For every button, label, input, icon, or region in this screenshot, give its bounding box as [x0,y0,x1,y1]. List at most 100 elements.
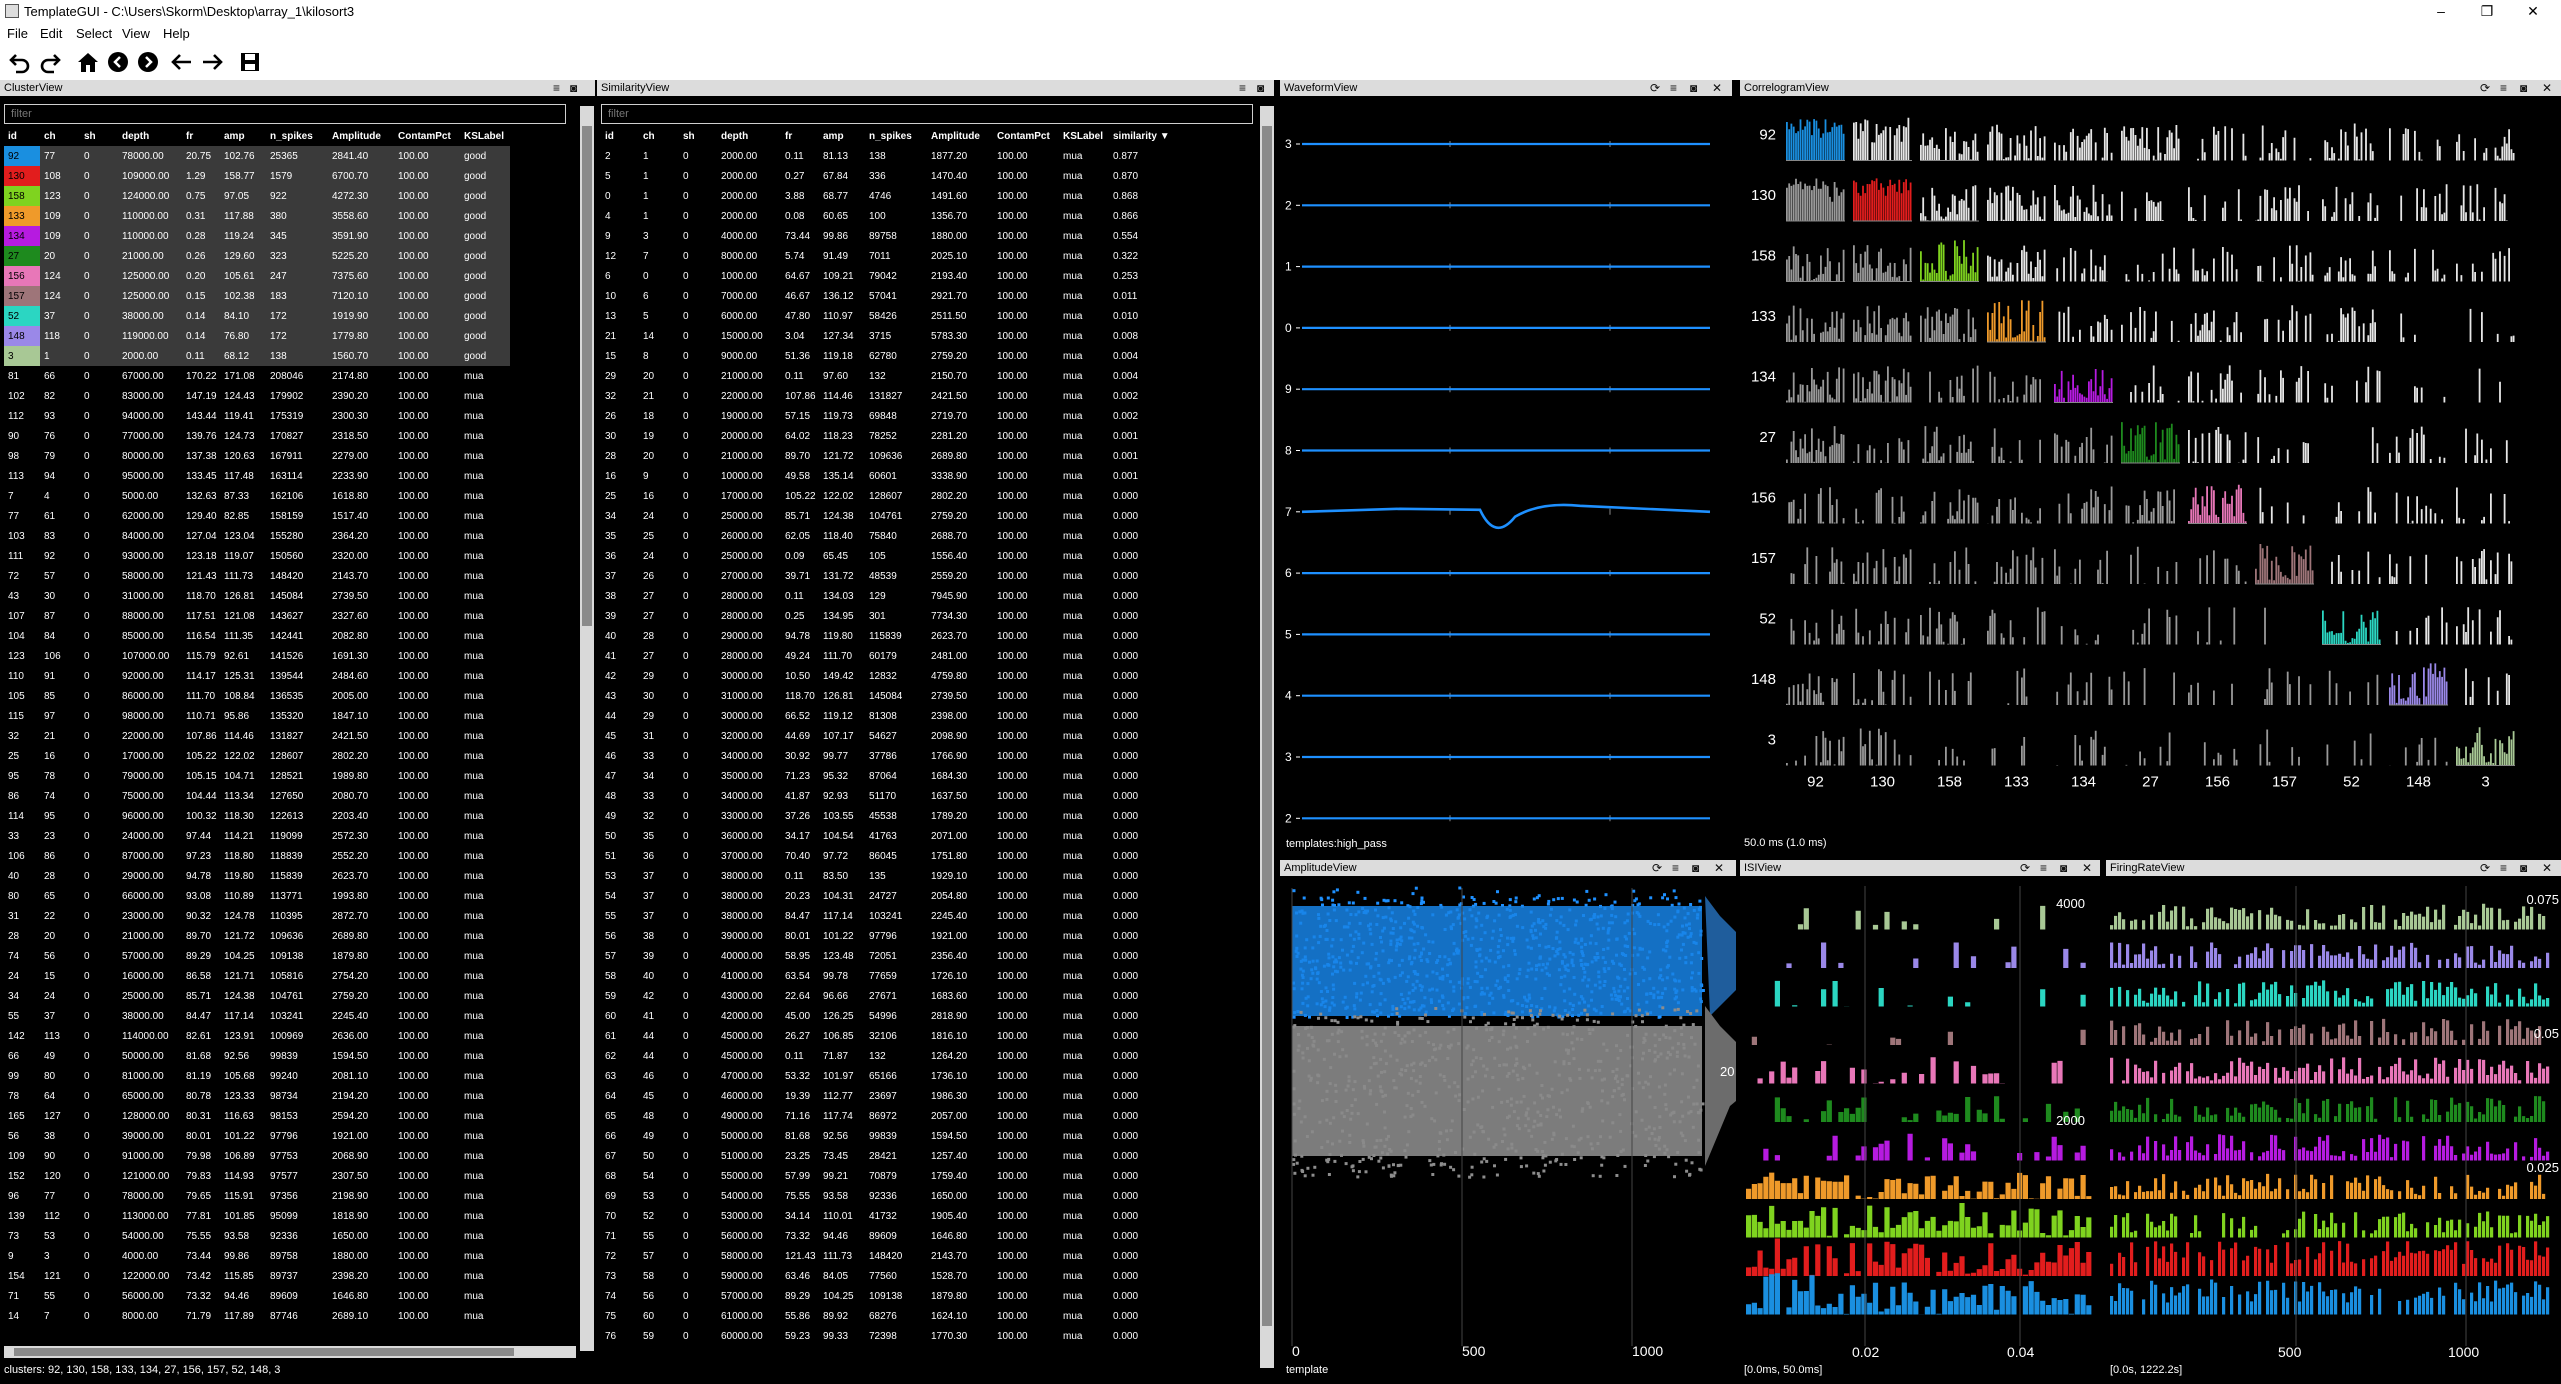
table-row[interactable]: 81 66 0 67000.00 170.22 171.08 208046 2174.80 10… [4,366,510,386]
table-row[interactable]: 33 23 0 24000.00 97.44 114.21 119099 2572.30 100… [4,826,510,846]
table-row[interactable]: 31 22 0 23000.00 90.32 124.78 110395 2872.70 100… [4,906,510,926]
arrow-right-icon[interactable] [200,50,224,74]
table-row[interactable]: 13 5 0 6000.00 47.80 110.97 58426 2511.50 100.00… [601,306,1170,326]
table-row[interactable]: 77 61 0 62000.00 129.40 82.85 158159 1517.40 100… [4,506,510,526]
table-row[interactable]: 109 90 0 91000.00 79.98 106.89 97753 2068.90 100… [4,1146,510,1166]
table-row[interactable]: 58 40 0 41000.00 63.54 99.78 77659 1726.10 100.0… [601,966,1170,986]
table-row[interactable]: 152 120 0 121000.00 79.83 114.93 97577 2307.50 1… [4,1166,510,1186]
table-row[interactable]: 52 37 0 38000.00 0.14 84.10 172 1919.90 100.00 go… [4,306,510,326]
table-row[interactable]: 10 6 0 7000.00 46.67 136.12 57041 2921.70 100.00… [601,286,1170,306]
table-row[interactable]: 54 37 0 38000.00 20.23 104.31 24727 2054.80 100.… [601,886,1170,906]
table-row[interactable]: 111 92 0 93000.00 123.18 119.07 150560 2320.00 1… [4,546,510,566]
table-row[interactable]: 74 56 0 57000.00 89.29 104.25 109138 1879.80 100… [601,1286,1170,1306]
menu-icon[interactable]: ≡ [553,81,560,95]
waveform-plot[interactable]: 321098765432 [1280,96,1732,836]
cluster-filter-input[interactable]: filter [4,104,566,124]
column-header[interactable]: Amplitude [328,126,394,146]
table-row[interactable]: 71 55 0 56000.00 73.32 94.46 89609 1646.80 100.0… [4,1286,510,1306]
menu-icon[interactable]: ≡ [2500,81,2507,95]
menu-icon[interactable]: ≡ [1670,81,1677,95]
table-row[interactable]: 113 94 0 95000.00 133.45 117.48 163114 2233.90 1… [4,466,510,486]
table-row[interactable]: 123 106 0 107000.00 115.79 92.61 141526 1691.30… [4,646,510,666]
column-header[interactable]: n_spikes [865,126,927,146]
table-row[interactable]: 80 65 0 66000.00 93.08 110.89 113771 1993.80 100… [4,886,510,906]
menu-select[interactable]: Select [76,26,112,41]
column-header[interactable]: ch [639,126,679,146]
redo-icon[interactable] [38,50,62,74]
camera-icon[interactable]: ◙ [2520,861,2527,875]
table-row[interactable]: 25 16 0 17000.00 105.22 122.02 128607 2802.20 10… [601,486,1170,506]
table-row[interactable]: 115 97 0 98000.00 110.71 95.86 135320 1847.10 10… [4,706,510,726]
table-row[interactable]: 70 52 0 53000.00 34.14 110.01 41732 1905.40 100.… [601,1206,1170,1226]
table-row[interactable]: 50 35 0 36000.00 34.17 104.54 41763 2071.00 100.… [601,826,1170,846]
close-icon[interactable]: ✕ [2542,81,2552,95]
table-row[interactable]: 139 112 0 113000.00 77.81 101.85 95099 1818.90 1… [4,1206,510,1226]
menu-icon[interactable]: ≡ [1672,861,1679,875]
column-header[interactable]: fr [781,126,819,146]
table-row[interactable]: 24 15 0 16000.00 86.58 121.71 105816 2754.20 100… [4,966,510,986]
table-row[interactable]: 158 123 0 124000.00 0.75 97.05 922 4272.30 100.0… [4,186,510,206]
table-row[interactable]: 9 3 0 4000.00 73.44 99.86 89758 1880.00 100.00 mu… [601,226,1170,246]
table-row[interactable]: 73 58 0 59000.00 63.46 84.05 77560 1528.70 100.0… [601,1266,1170,1286]
menu-help[interactable]: Help [163,26,190,41]
table-row[interactable]: 37 26 0 27000.00 39.71 131.72 48539 2559.20 100.… [601,566,1170,586]
refresh-icon[interactable]: ⟳ [2480,861,2490,875]
column-header[interactable]: similarity ▼ [1109,126,1170,146]
table-row[interactable]: 32 21 0 22000.00 107.86 114.46 131827 2421.50 10… [601,386,1170,406]
camera-icon[interactable]: ◙ [1257,81,1264,95]
home-icon[interactable] [76,50,100,74]
table-row[interactable]: 43 30 0 31000.00 118.70 126.81 145084 2739.50 10… [4,586,510,606]
table-row[interactable]: 0 1 0 2000.00 3.88 68.77 4746 1491.60 100.00 mua 0… [601,186,1170,206]
column-header[interactable]: ContamPct [394,126,460,146]
table-row[interactable]: 90 76 0 77000.00 139.76 124.73 170827 2318.50 10… [4,426,510,446]
table-row[interactable]: 67 50 0 51000.00 23.25 73.45 28421 1257.40 100.0… [601,1146,1170,1166]
table-row[interactable]: 15 8 0 9000.00 51.36 119.18 62780 2759.20 100.00… [601,346,1170,366]
column-header[interactable]: sh [80,126,118,146]
table-row[interactable]: 104 84 0 85000.00 116.54 111.35 142441 2082.80 1… [4,626,510,646]
table-row[interactable]: 105 85 0 86000.00 111.70 108.84 136535 2005.00 1… [4,686,510,706]
table-row[interactable]: 45 31 0 32000.00 44.69 107.17 54627 2098.90 100.… [601,726,1170,746]
cluster-scrollbar-thumb[interactable] [582,126,592,626]
table-row[interactable]: 96 77 0 78000.00 79.65 115.91 97356 2198.90 100.… [4,1186,510,1206]
arrow-left-icon[interactable] [170,50,194,74]
table-row[interactable]: 107 87 0 88000.00 117.51 121.08 143627 2327.60 1… [4,606,510,626]
table-row[interactable]: 95 78 0 79000.00 105.15 104.71 128521 1989.80 10… [4,766,510,786]
cluster-hscrollbar-thumb[interactable] [14,1348,514,1356]
correlogram-grid[interactable]: 9292130130158158133133134134272715615615… [1740,96,2561,836]
refresh-icon[interactable]: ⟳ [1652,861,1662,875]
table-row[interactable]: 74 56 0 57000.00 89.29 104.25 109138 1879.80 100… [4,946,510,966]
table-row[interactable]: 55 37 0 38000.00 84.47 117.14 103241 2245.40 100… [4,1006,510,1026]
menu-icon[interactable]: ≡ [1239,81,1246,95]
menu-view[interactable]: View [122,26,150,41]
refresh-icon[interactable]: ⟳ [2020,861,2030,875]
camera-icon[interactable]: ◙ [2060,861,2067,875]
column-header[interactable]: amp [819,126,865,146]
column-header[interactable]: depth [118,126,182,146]
table-row[interactable]: 46 33 0 34000.00 30.92 99.77 37786 1766.90 100.0… [601,746,1170,766]
table-row[interactable]: 110 91 0 92000.00 114.17 125.31 139544 2484.60 1… [4,666,510,686]
table-row[interactable]: 35 25 0 26000.00 62.05 118.40 75840 2688.70 100.… [601,526,1170,546]
refresh-icon[interactable]: ⟳ [1650,81,1660,95]
table-row[interactable]: 112 93 0 94000.00 143.44 119.41 175319 2300.30 1… [4,406,510,426]
table-row[interactable]: 27 20 0 21000.00 0.26 129.60 323 5225.20 100.00 g… [4,246,510,266]
table-row[interactable]: 75 60 0 61000.00 55.86 89.92 68276 1624.10 100.0… [601,1306,1170,1326]
minimize-button[interactable]: – [2418,1,2464,21]
similarity-scrollbar-thumb[interactable] [1262,126,1272,1326]
table-row[interactable]: 42 29 0 30000.00 10.50 149.42 12832 4759.80 100.… [601,666,1170,686]
table-row[interactable]: 49 32 0 33000.00 37.26 103.55 45538 1789.20 100.… [601,806,1170,826]
table-row[interactable]: 59 42 0 43000.00 22.64 96.66 27671 1683.60 100.0… [601,986,1170,1006]
table-row[interactable]: 66 49 0 50000.00 81.68 92.56 99839 1594.50 100.0… [601,1126,1170,1146]
table-row[interactable]: 69 53 0 54000.00 75.55 93.58 92336 1650.00 100.0… [601,1186,1170,1206]
firing-rate-plot[interactable]: 0.0750.050.025500 1000 [2106,876,2561,1362]
table-row[interactable]: 5 1 0 2000.00 0.27 67.84 336 1470.40 100.00 mua 0.… [601,166,1170,186]
column-header[interactable]: KSLabel [1059,126,1109,146]
save-icon[interactable] [238,50,262,74]
column-header[interactable]: id [4,126,40,146]
table-row[interactable]: 34 24 0 25000.00 85.71 124.38 104761 2759.20 100… [4,986,510,1006]
table-row[interactable]: 103 83 0 84000.00 127.04 123.04 155280 2364.20 1… [4,526,510,546]
table-row[interactable]: 4 1 0 2000.00 0.08 60.65 100 1356.70 100.00 mua 0.… [601,206,1170,226]
menu-edit[interactable]: Edit [40,26,62,41]
menu-file[interactable]: File [7,26,28,41]
table-row[interactable]: 102 82 0 83000.00 147.19 124.43 179902 2390.20 1… [4,386,510,406]
table-row[interactable]: 134 109 0 110000.00 0.28 119.24 345 3591.90 100.… [4,226,510,246]
